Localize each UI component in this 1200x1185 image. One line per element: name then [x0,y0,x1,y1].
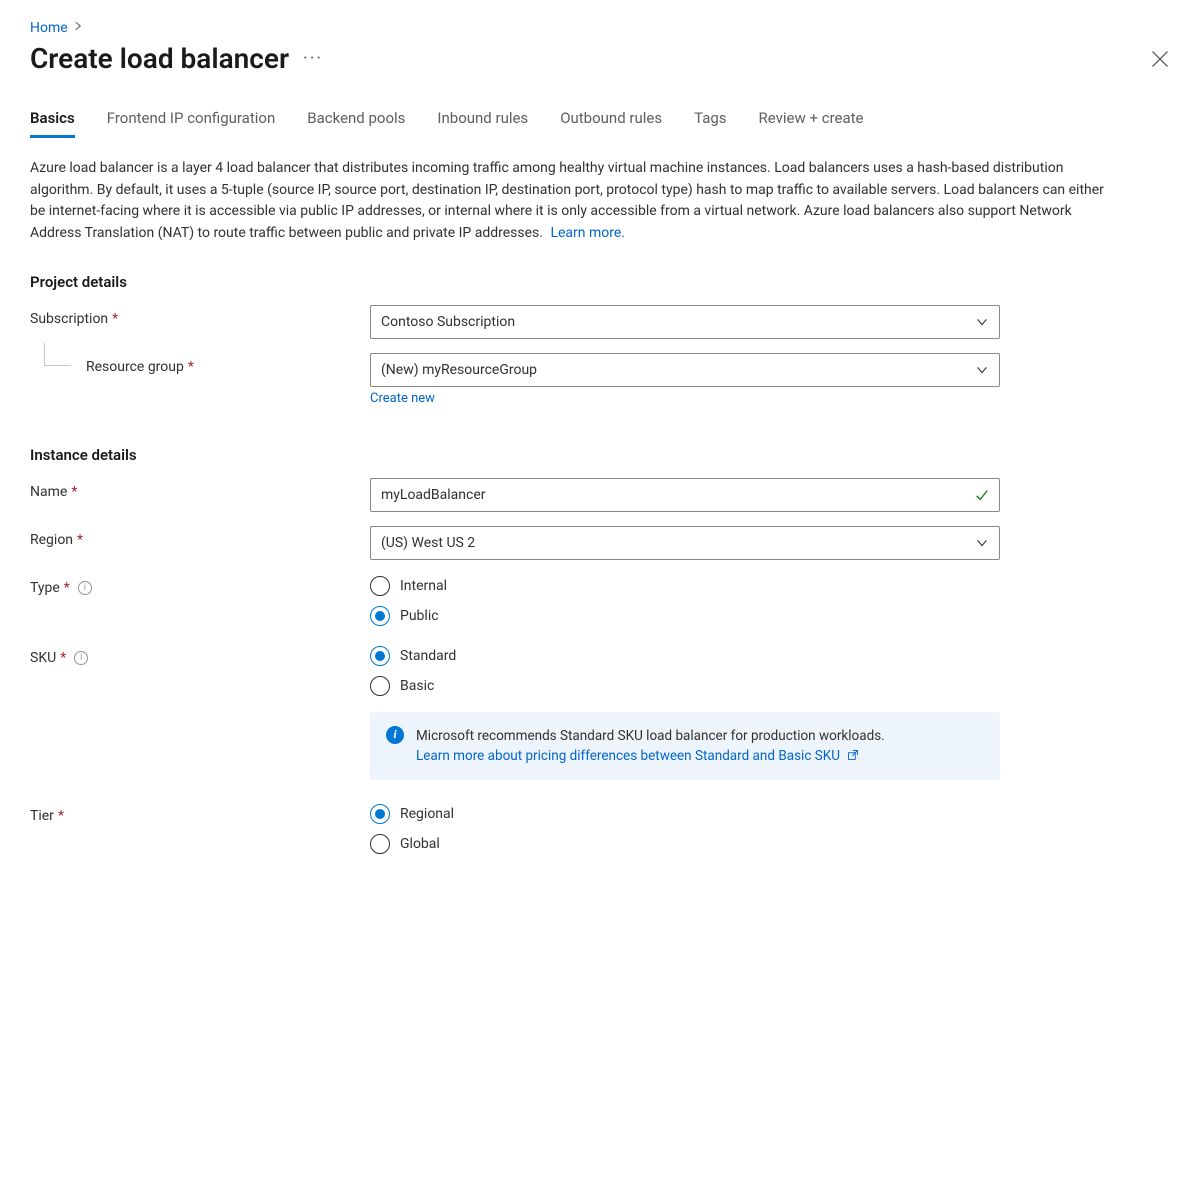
label-sku: SKU * i [30,644,370,666]
info-icon[interactable]: i [78,581,92,595]
row-type: Type * i Internal Public [30,574,1170,626]
radio-sku-basic[interactable]: Basic [370,676,1000,696]
field-subscription: Contoso Subscription [370,305,1000,339]
radio-type-public[interactable]: Public [370,606,1000,626]
field-resource-group: (New) myResourceGroup Create new [370,353,1000,406]
tier-radio-group: Regional Global [370,802,1000,854]
required-asterisk: * [64,580,70,596]
radio-circle [370,804,390,824]
breadcrumb: Home [30,20,1170,36]
radio-circle [370,606,390,626]
row-tier: Tier * Regional Global [30,802,1170,854]
description-paragraph: Azure load balancer is a layer 4 load ba… [30,158,1110,245]
resource-group-select[interactable]: (New) myResourceGroup [370,353,1000,387]
tab-tags[interactable]: Tags [694,109,726,138]
required-asterisk: * [58,808,64,824]
title-left: Create load balancer ··· [30,42,323,75]
chevron-down-icon [975,363,989,377]
tab-basics[interactable]: Basics [30,109,75,138]
row-resource-group: Resource group * (New) myResourceGroup C… [30,353,1170,406]
label-type: Type * i [30,574,370,596]
sku-info-text: Microsoft recommends Standard SKU load b… [416,728,885,744]
check-icon [975,488,989,502]
required-asterisk: * [71,484,77,500]
row-region: Region * (US) West US 2 [30,526,1170,560]
sku-info-link[interactable]: Learn more about pricing differences bet… [416,748,859,764]
radio-circle [370,576,390,596]
label-region: Region * [30,526,370,548]
row-name: Name * myLoadBalancer [30,478,1170,512]
radio-circle [370,646,390,666]
region-select[interactable]: (US) West US 2 [370,526,1000,560]
type-radio-group: Internal Public [370,574,1000,626]
radio-type-internal[interactable]: Internal [370,576,1000,596]
sku-info-text-block: Microsoft recommends Standard SKU load b… [416,726,885,767]
radio-circle [370,676,390,696]
field-name: myLoadBalancer [370,478,1000,512]
tab-outbound-rules[interactable]: Outbound rules [560,109,662,138]
tab-inbound-rules[interactable]: Inbound rules [437,109,528,138]
row-sku: SKU * i Standard Basic i Microsoft recom… [30,644,1170,781]
label-type-text: Type [30,580,60,596]
label-tier-text: Tier [30,808,54,824]
info-icon[interactable]: i [74,651,88,665]
radio-label: Standard [400,648,456,664]
create-new-link[interactable]: Create new [370,391,435,406]
field-sku: Standard Basic i Microsoft recommends St… [370,644,1000,781]
tab-frontend-ip[interactable]: Frontend IP configuration [107,109,276,138]
required-asterisk: * [188,359,194,375]
radio-label: Regional [400,806,454,822]
label-name-text: Name [30,484,67,500]
label-sku-text: SKU [30,650,56,666]
radio-label: Global [400,836,440,852]
label-subscription: Subscription * [30,305,370,327]
label-name: Name * [30,478,370,500]
close-icon[interactable] [1150,49,1170,69]
required-asterisk: * [60,650,66,666]
sku-info-box: i Microsoft recommends Standard SKU load… [370,712,1000,781]
radio-label: Public [400,608,439,624]
page-title: Create load balancer [30,42,289,75]
tab-review-create[interactable]: Review + create [759,109,864,138]
chevron-down-icon [975,315,989,329]
section-heading-project: Project details [30,273,1170,291]
label-region-text: Region [30,532,73,548]
required-asterisk: * [112,311,118,327]
radio-label: Basic [400,678,434,694]
radio-sku-standard[interactable]: Standard [370,646,1000,666]
radio-tier-global[interactable]: Global [370,834,1000,854]
learn-more-link[interactable]: Learn more. [550,225,625,241]
chevron-right-icon [72,20,84,36]
region-value: (US) West US 2 [381,535,475,551]
sku-info-link-text: Learn more about pricing differences bet… [416,748,840,764]
subscription-value: Contoso Subscription [381,314,515,330]
title-row: Create load balancer ··· [30,42,1170,75]
radio-tier-regional[interactable]: Regional [370,804,1000,824]
resource-group-value: (New) myResourceGroup [381,362,537,378]
label-resource-group-text: Resource group [86,359,184,375]
name-value: myLoadBalancer [381,487,486,503]
label-tier: Tier * [30,802,370,824]
required-asterisk: * [77,532,83,548]
info-badge-icon: i [386,726,404,744]
breadcrumb-home-link[interactable]: Home [30,20,68,36]
radio-circle [370,834,390,854]
row-subscription: Subscription * Contoso Subscription [30,305,1170,339]
field-region: (US) West US 2 [370,526,1000,560]
tab-backend-pools[interactable]: Backend pools [307,109,405,138]
tabs: Basics Frontend IP configuration Backend… [30,109,1170,138]
section-heading-instance: Instance details [30,446,1170,464]
field-tier: Regional Global [370,802,1000,854]
subscription-select[interactable]: Contoso Subscription [370,305,1000,339]
label-resource-group: Resource group * [30,353,370,375]
radio-label: Internal [400,578,447,594]
field-type: Internal Public [370,574,1000,626]
chevron-down-icon [975,536,989,550]
sku-radio-group: Standard Basic [370,644,1000,696]
label-subscription-text: Subscription [30,311,108,327]
name-input[interactable]: myLoadBalancer [370,478,1000,512]
external-link-icon [847,747,859,759]
more-actions-button[interactable]: ··· [303,50,323,68]
